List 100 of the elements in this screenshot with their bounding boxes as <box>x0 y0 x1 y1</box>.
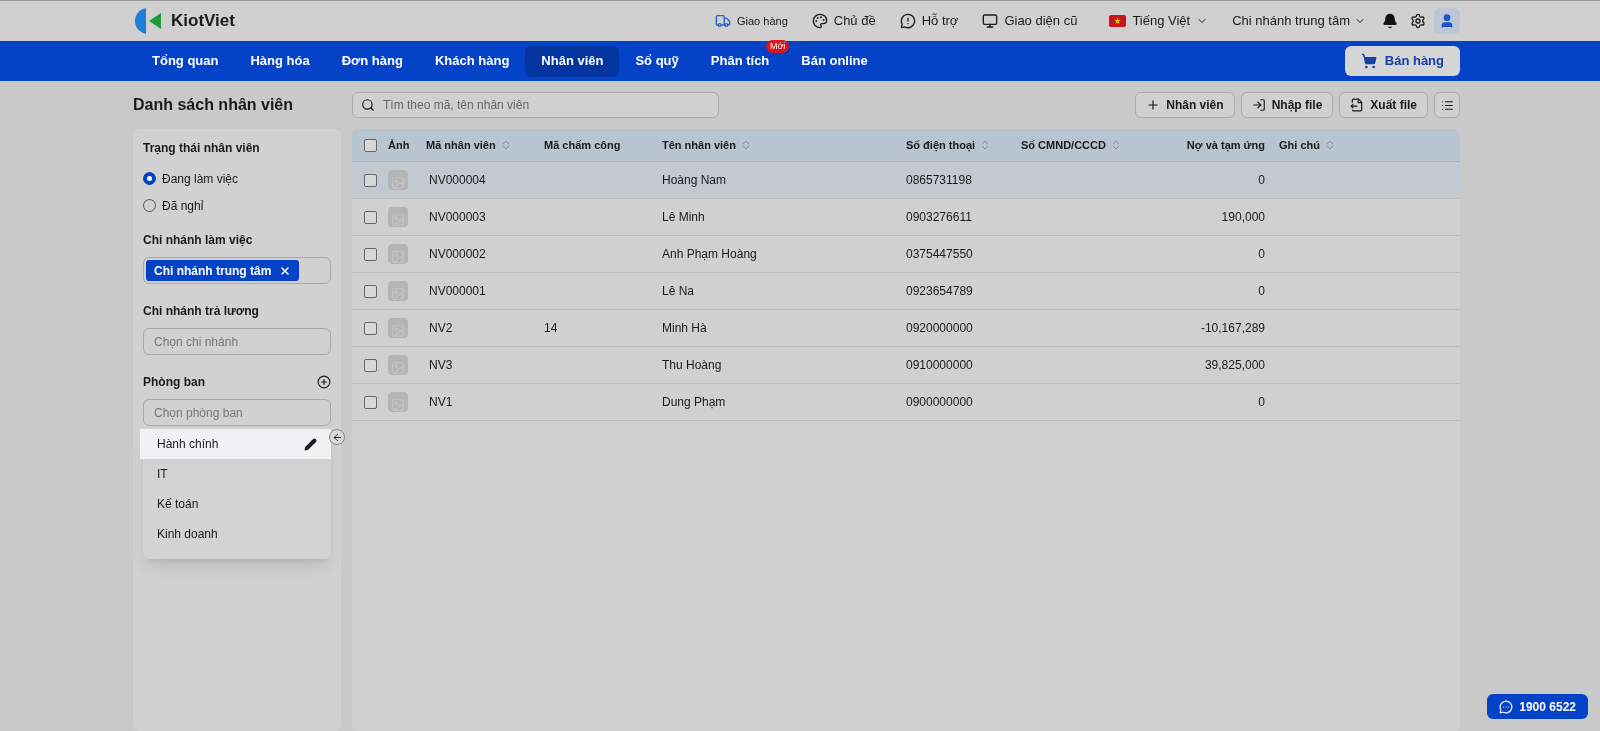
table-row[interactable]: NV3 Thu Hoàng 0910000000 39,825,000 <box>352 347 1460 384</box>
search-field[interactable]: Tìm theo mã, tên nhân viên <box>352 92 719 118</box>
nav-tab[interactable]: Khách hàng <box>418 45 526 77</box>
user-icon <box>1439 13 1455 29</box>
table-cell-text: Minh Hà <box>662 320 708 337</box>
radio-option[interactable]: Đang làm việc <box>143 165 331 192</box>
search-icon <box>361 98 375 112</box>
language-selector[interactable]: Tiếng Việt <box>1109 11 1209 31</box>
checkbox[interactable] <box>363 210 377 224</box>
checkbox[interactable] <box>363 173 377 187</box>
column-header[interactable]: Tên nhân viên <box>662 136 906 154</box>
photo-placeholder-icon <box>388 207 408 227</box>
photo-placeholder-icon <box>388 318 408 338</box>
column-header: Nợ và tạm ứng <box>1185 137 1266 154</box>
dropdown-item[interactable]: IT <box>143 459 331 489</box>
table-cell-text: 0903276611 <box>906 209 973 226</box>
table-cell-text: Lê Na <box>662 283 696 300</box>
table-cell-text: 0 <box>1257 246 1266 263</box>
notification-icon[interactable] <box>1382 13 1398 29</box>
dropdown-item[interactable]: Kinh doanh <box>143 519 331 549</box>
monitor-icon <box>982 13 999 29</box>
nav-tab[interactable]: Sổ quỹ <box>619 45 695 77</box>
nav-tab[interactable]: Hàng hóa <box>234 45 326 77</box>
filter-title: Trạng thái nhân viên <box>143 140 261 157</box>
action-button[interactable]: Nhân viên <box>1135 92 1235 118</box>
page-title: Danh sách nhân viên <box>133 95 295 115</box>
column-header[interactable]: Mã nhân viên <box>426 136 544 154</box>
avatar-button[interactable] <box>1434 8 1460 34</box>
table-cell-text: 0910000000 <box>906 357 974 374</box>
department-field[interactable]: Chọn phòng ban <box>143 399 331 426</box>
chat-alert-icon <box>899 13 916 29</box>
checkbox[interactable] <box>363 358 377 372</box>
logo-icon <box>133 7 163 35</box>
arrow-left-icon <box>331 431 343 443</box>
table-cell-text: 39,825,000 <box>1203 357 1266 374</box>
remove-icon[interactable] <box>279 264 292 277</box>
photo-placeholder-icon <box>388 244 408 264</box>
table-cell-text: 0923654789 <box>906 283 974 300</box>
header-link[interactable]: Giao hàng <box>715 12 788 30</box>
list-icon <box>1440 98 1454 112</box>
table-cell-text: -10,167,289 <box>1199 320 1266 337</box>
dropdown-item[interactable]: Hành chính <box>140 429 331 459</box>
column-header[interactable]: Số CMND/CCCD <box>1021 136 1129 154</box>
checkbox[interactable] <box>363 138 377 152</box>
table-cell-text: NV000004 <box>428 172 487 189</box>
table-cell-text: Dung Phạm <box>662 394 727 411</box>
radio-button[interactable] <box>143 172 156 185</box>
photo-placeholder-icon <box>388 355 408 375</box>
nav-tab[interactable]: Tổng quan <box>136 45 235 77</box>
dropdown-item[interactable]: Kế toán <box>143 489 331 519</box>
table-cell-text: NV000003 <box>428 209 487 226</box>
header-link[interactable]: Chủ đề <box>811 11 876 31</box>
table-cell-text: 14 <box>544 320 559 337</box>
flag-icon <box>1109 15 1127 27</box>
pay-branch-field[interactable]: Chọn chi nhánh <box>143 328 331 355</box>
table-row[interactable]: NV000002 Anh Phạm Hoàng 0375447550 0 <box>352 236 1460 273</box>
branch-selector[interactable]: Chi nhánh trung tâm <box>1232 11 1366 31</box>
table-row[interactable]: NV2 14 Minh Hà 0920000000 -10,167,289 <box>352 310 1460 347</box>
checkbox[interactable] <box>363 247 377 261</box>
header-link[interactable]: Hỗ trợ <box>899 11 959 31</box>
table-row[interactable]: NV000003 Lê Minh 0903276611 190,000 <box>352 199 1460 236</box>
chat-icon <box>1499 699 1514 714</box>
table-row[interactable]: NV1 Dung Phạm 0900000000 0 <box>352 384 1460 421</box>
branch-tag: Chi nhánh trung tâm <box>146 260 300 281</box>
table-cell-text: NV1 <box>428 394 454 411</box>
table-cell-text: 0 <box>1257 283 1266 300</box>
header-link[interactable]: Giao diện cũ <box>982 11 1078 31</box>
table-cell-text: Thu Hoàng <box>662 357 723 374</box>
photo-placeholder-icon <box>388 392 408 412</box>
back-button[interactable] <box>329 429 345 445</box>
table-cell-text: 190,000 <box>1220 209 1266 226</box>
table-cell-text: 0 <box>1257 394 1266 411</box>
sell-button[interactable]: Bán hàng <box>1344 46 1460 76</box>
filter-title: Chi nhánh làm việc <box>143 232 254 249</box>
radio-option[interactable]: Đã nghỉ <box>143 192 331 219</box>
action-button[interactable]: Nhập file <box>1240 92 1334 118</box>
column-header: Ảnh <box>388 137 411 153</box>
edit-icon[interactable] <box>304 437 317 451</box>
cart-icon <box>1360 53 1377 69</box>
hotline-button[interactable]: 1900 6522 <box>1487 694 1588 719</box>
nav-tab[interactable]: Đơn hàng <box>325 45 419 77</box>
checkbox[interactable] <box>363 395 377 409</box>
branch-field[interactable]: Chi nhánh trung tâm <box>143 257 331 284</box>
truck-icon <box>715 13 731 29</box>
checkbox[interactable] <box>363 284 377 298</box>
table-cell-text: 0920000000 <box>906 320 974 337</box>
column-header[interactable]: Số điện thoại <box>906 136 1021 154</box>
action-button[interactable]: Xuất file <box>1339 92 1428 118</box>
palette-icon <box>811 13 828 29</box>
settings-icon[interactable] <box>1410 13 1426 29</box>
export-icon <box>1350 98 1365 112</box>
table-cell-text: NV000002 <box>428 246 487 263</box>
checkbox[interactable] <box>363 321 377 335</box>
add-icon[interactable] <box>317 375 331 389</box>
table-row[interactable]: NV000004 Hoàng Nam 0865731198 0 <box>352 162 1460 199</box>
nav-tab[interactable]: Nhân viên <box>525 45 620 77</box>
column-header[interactable]: Ghi chú <box>1279 136 1460 154</box>
import-icon <box>1251 98 1266 112</box>
table-row[interactable]: NV000001 Lê Na 0923654789 0 <box>352 273 1460 310</box>
columns-button[interactable] <box>1434 92 1460 118</box>
